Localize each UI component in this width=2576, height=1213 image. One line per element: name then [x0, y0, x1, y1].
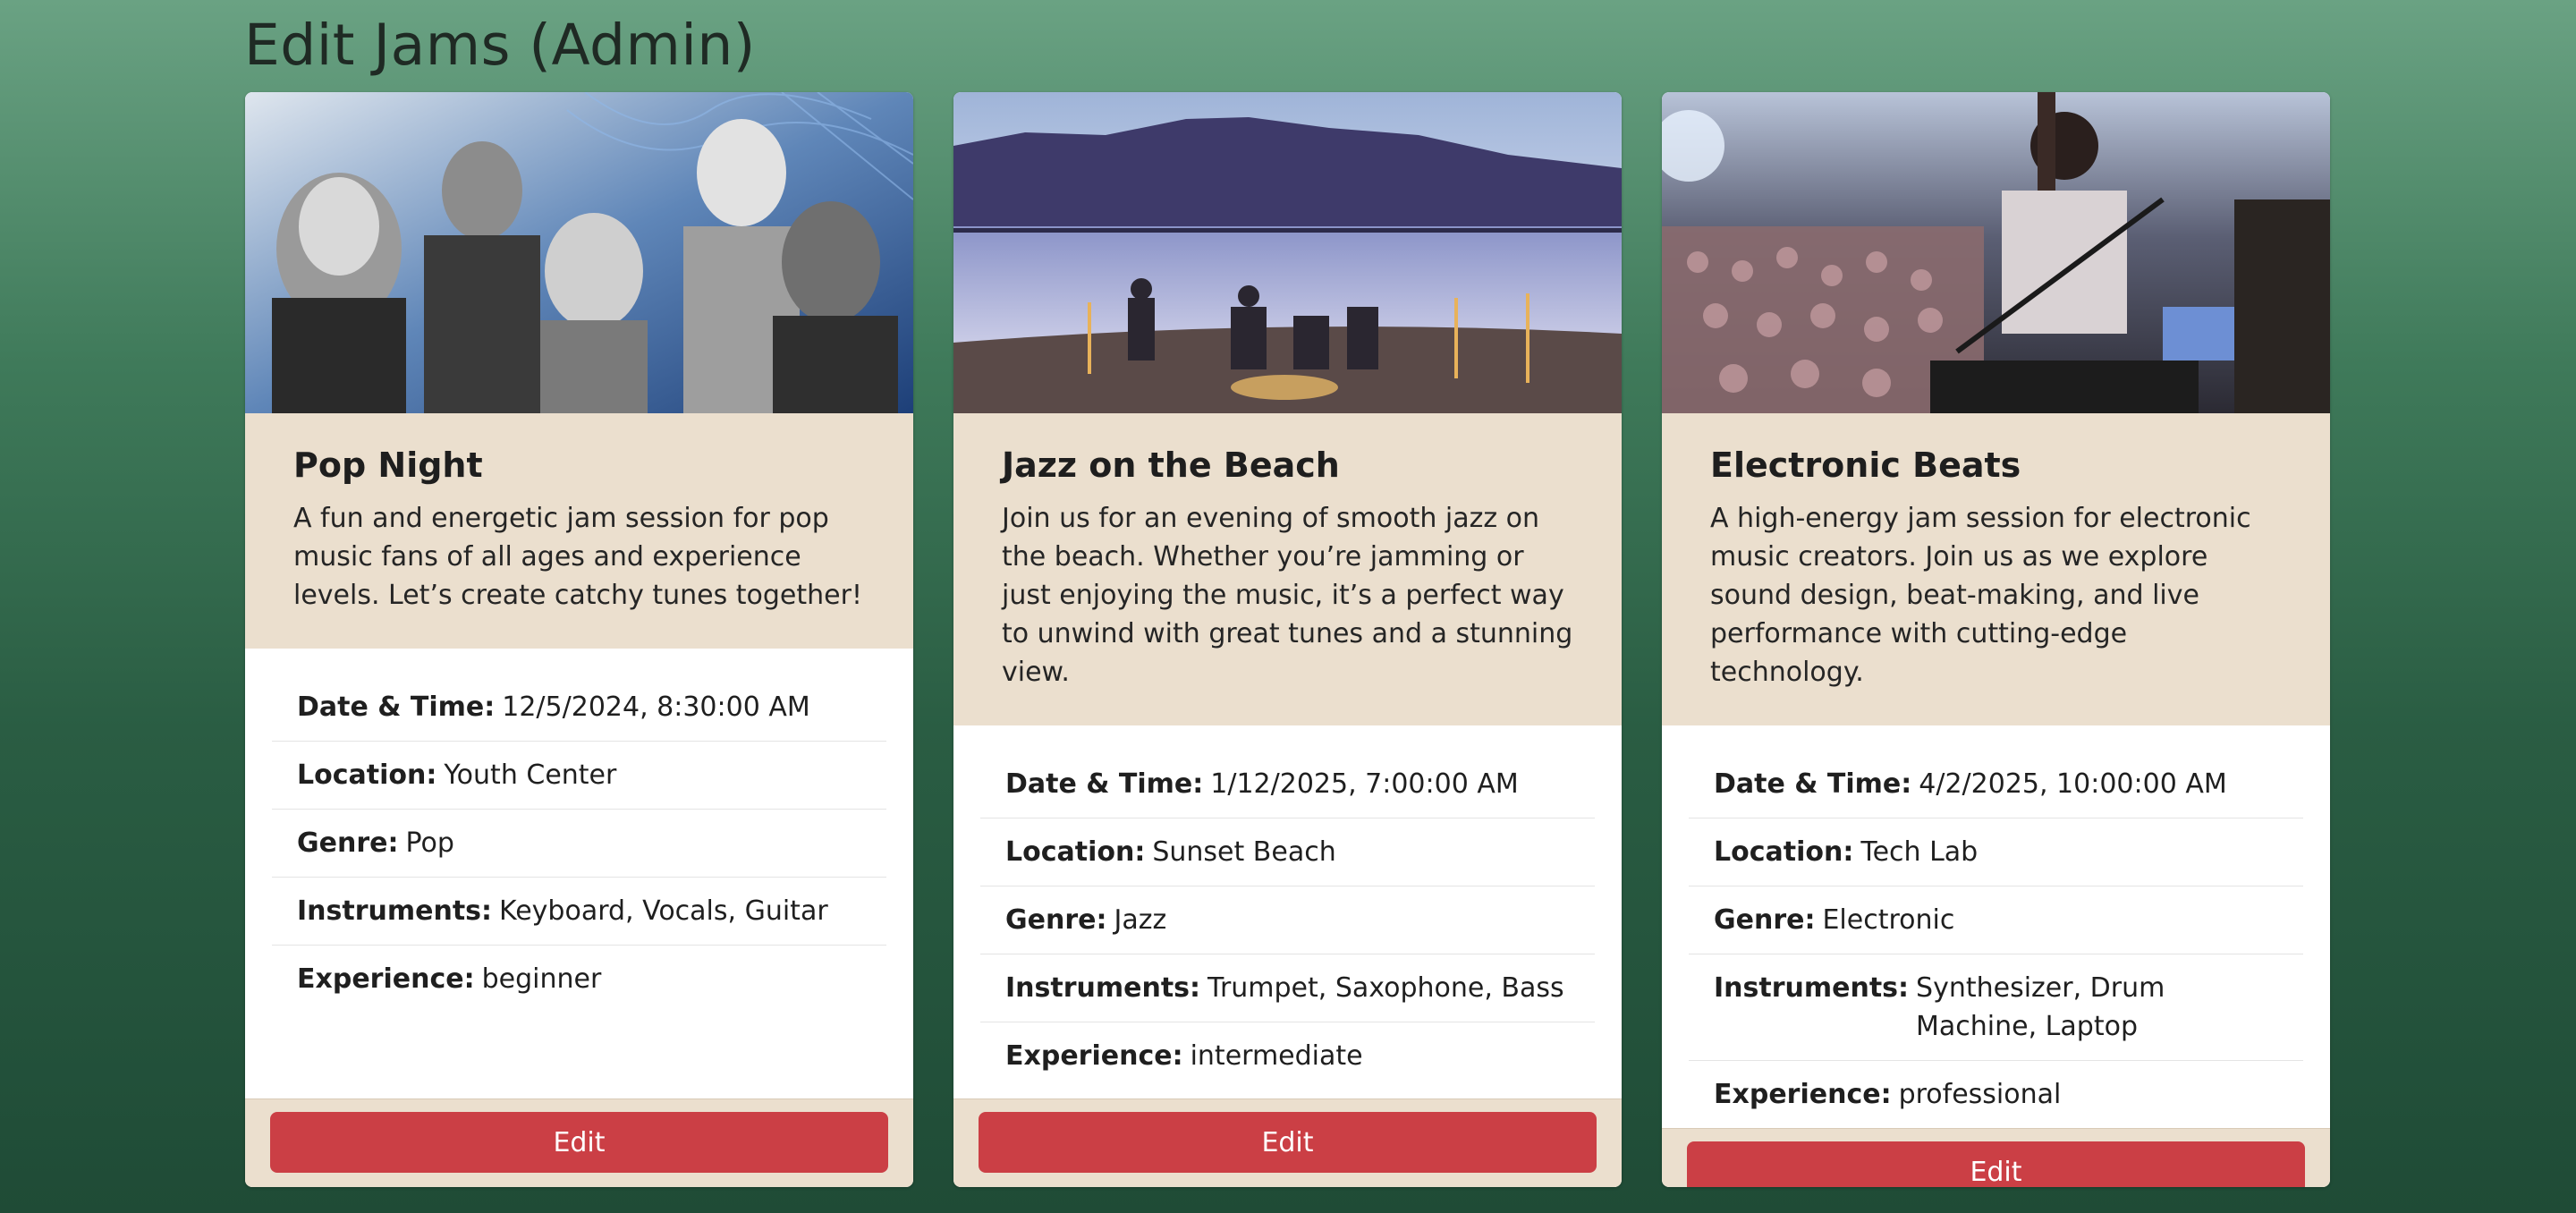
- detail-value: Youth Center: [444, 759, 617, 791]
- detail-value: Pop: [405, 827, 454, 859]
- detail-value: beginner: [481, 963, 602, 995]
- detail-label: Location:: [1005, 836, 1146, 868]
- detail-location: Location: Sunset Beach: [980, 819, 1595, 886]
- detail-genre: Genre: Electronic: [1689, 886, 2303, 954]
- detail-value: 1/12/2025, 7:00:00 AM: [1210, 768, 1519, 800]
- detail-value: Jazz: [1114, 904, 1167, 936]
- jam-card-footer: Edit: [953, 1098, 1622, 1187]
- page-title: Edit Jams (Admin): [244, 13, 756, 78]
- detail-experience: Experience: intermediate: [980, 1022, 1595, 1090]
- detail-instruments: Instruments: Synthesizer, Drum Machine, …: [1689, 954, 2303, 1061]
- edit-button[interactable]: Edit: [1687, 1141, 2305, 1187]
- detail-label: Instruments:: [1005, 972, 1201, 1004]
- jam-description: Join us for an evening of smooth jazz on…: [1002, 503, 1573, 688]
- detail-value: Keyboard, Vocals, Guitar: [499, 895, 828, 927]
- edit-button[interactable]: Edit: [270, 1112, 888, 1173]
- jam-card-pop-night: Pop Night A fun and energetic jam sessio…: [245, 92, 913, 1187]
- detail-experience: Experience: beginner: [272, 946, 886, 1013]
- jam-title: Pop Night: [293, 445, 483, 485]
- jam-details-list: Date & Time: 4/2/2025, 10:00:00 AM Locat…: [1662, 725, 2330, 1128]
- jam-details-list: Date & Time: 12/5/2024, 8:30:00 AM Locat…: [245, 649, 913, 1098]
- detail-location: Location: Tech Lab: [1689, 819, 2303, 886]
- detail-value: Trumpet, Saxophone, Bass: [1208, 972, 1564, 1004]
- detail-label: Genre:: [297, 827, 399, 859]
- pop-artists-collage-graphic: [245, 92, 913, 413]
- jam-title: Jazz on the Beach: [1002, 445, 1340, 485]
- jam-card-jazz-on-the-beach: Jazz on the Beach Join us for an evening…: [953, 92, 1622, 1187]
- detail-genre: Genre: Jazz: [980, 886, 1595, 954]
- detail-label: Genre:: [1714, 904, 1816, 936]
- detail-label: Genre:: [1005, 904, 1107, 936]
- detail-value: Synthesizer, Drum Machine, Laptop: [1916, 972, 2165, 1042]
- detail-date-time: Date & Time: 4/2/2025, 10:00:00 AM: [1689, 751, 2303, 819]
- detail-value: professional: [1898, 1079, 2062, 1110]
- jam-card-electronic-beats: Electronic Beats A high-energy jam sessi…: [1662, 92, 2330, 1187]
- detail-value: Electronic: [1822, 904, 1955, 936]
- jam-details-list: Date & Time: 1/12/2025, 7:00:00 AM Locat…: [953, 725, 1622, 1098]
- detail-genre: Genre: Pop: [272, 810, 886, 878]
- electronic-concert-graphic: [1662, 92, 2330, 413]
- beach-jazz-graphic: [953, 92, 1622, 413]
- detail-label: Experience:: [1005, 1040, 1183, 1072]
- detail-label: Date & Time:: [1714, 768, 1912, 800]
- detail-location: Location: Youth Center: [272, 742, 886, 810]
- detail-value: 4/2/2025, 10:00:00 AM: [1919, 768, 2227, 800]
- pop-artists-collage-image: [245, 92, 913, 413]
- detail-label: Location:: [1714, 836, 1854, 868]
- jam-cards-grid: Pop Night A fun and energetic jam sessio…: [245, 92, 2330, 1187]
- detail-value: 12/5/2024, 8:30:00 AM: [502, 691, 810, 723]
- jam-description: A high-energy jam session for electronic…: [1710, 503, 2251, 688]
- detail-date-time: Date & Time: 12/5/2024, 8:30:00 AM: [272, 674, 886, 742]
- detail-label: Instruments:: [1714, 972, 1910, 1004]
- detail-value: Sunset Beach: [1152, 836, 1336, 868]
- jam-card-footer: Edit: [1662, 1128, 2330, 1187]
- jam-card-header: Pop Night A fun and energetic jam sessio…: [245, 413, 913, 649]
- jam-card-header: Electronic Beats A high-energy jam sessi…: [1662, 413, 2330, 725]
- jam-title: Electronic Beats: [1710, 445, 2021, 485]
- detail-experience: Experience: professional: [1689, 1061, 2303, 1128]
- detail-label: Experience:: [297, 963, 475, 995]
- detail-value: Tech Lab: [1860, 836, 1979, 868]
- detail-label: Date & Time:: [297, 691, 496, 723]
- electronic-concert-image: [1662, 92, 2330, 413]
- detail-label: Date & Time:: [1005, 768, 1204, 800]
- detail-date-time: Date & Time: 1/12/2025, 7:00:00 AM: [980, 751, 1595, 819]
- detail-label: Instruments:: [297, 895, 493, 927]
- detail-instruments: Instruments: Trumpet, Saxophone, Bass: [980, 954, 1595, 1022]
- detail-value: intermediate: [1190, 1040, 1363, 1072]
- detail-label: Experience:: [1714, 1079, 1892, 1110]
- jam-card-header: Jazz on the Beach Join us for an evening…: [953, 413, 1622, 725]
- detail-label: Location:: [297, 759, 437, 791]
- jam-description: A fun and energetic jam session for pop …: [293, 503, 862, 611]
- beach-jazz-image: [953, 92, 1622, 413]
- jam-card-footer: Edit: [245, 1098, 913, 1187]
- edit-button[interactable]: Edit: [979, 1112, 1597, 1173]
- detail-instruments: Instruments: Keyboard, Vocals, Guitar: [272, 878, 886, 946]
